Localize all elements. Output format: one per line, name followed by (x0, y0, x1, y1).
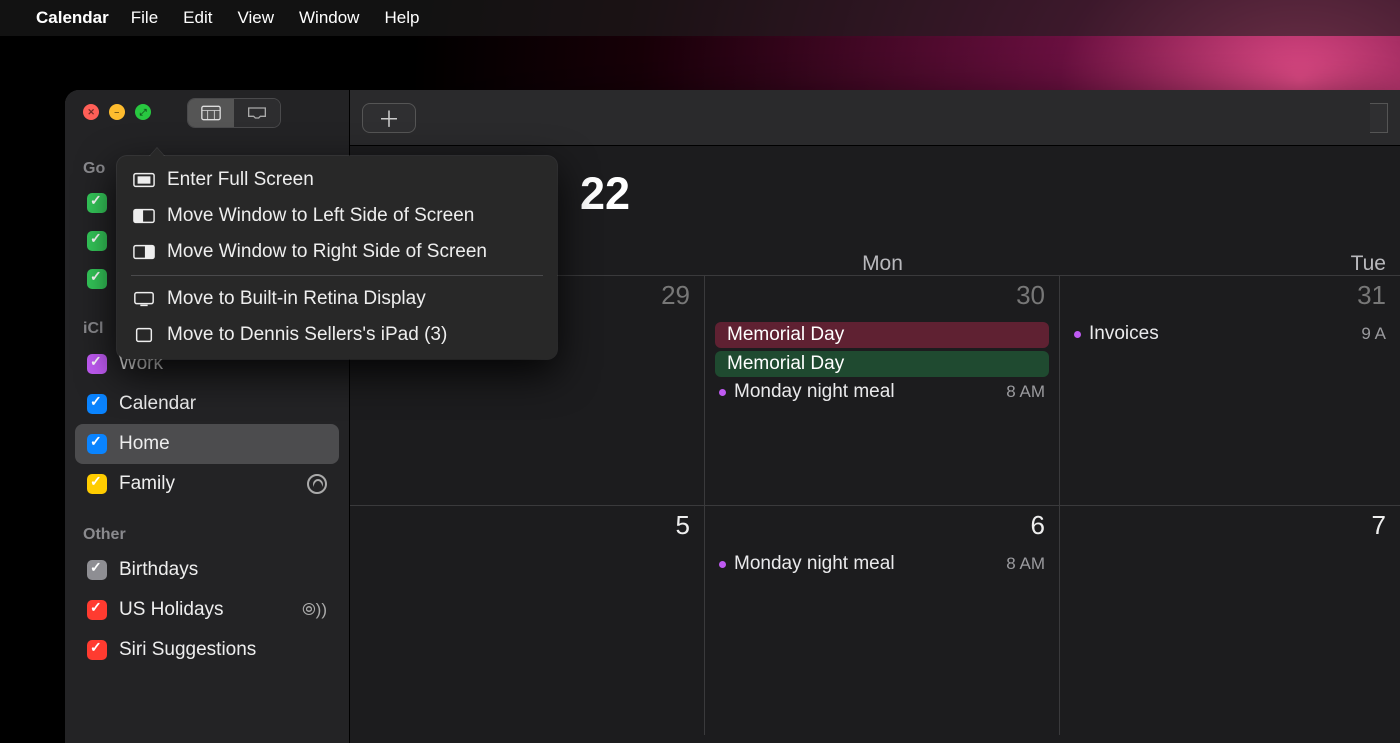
event-title: Invoices (1089, 323, 1159, 345)
day-cell[interactable]: 31 Invoices 9 A (1060, 276, 1400, 505)
checkbox-icon (87, 354, 107, 374)
calendar-list-toggle[interactable] (188, 99, 234, 127)
menu-item-label: Enter Full Screen (167, 169, 314, 191)
calendar-name: Calendar (119, 393, 196, 415)
day-number: 30 (1016, 280, 1045, 311)
event-title: Monday night meal (734, 381, 895, 403)
allday-event[interactable]: Memorial Day (715, 351, 1049, 377)
calendar-toolbar: ＋ (350, 90, 1400, 146)
checkbox-icon (87, 394, 107, 414)
event-dot-icon (1074, 331, 1081, 338)
window-close-button[interactable]: ✕ (83, 104, 99, 120)
menu-enter-full-screen[interactable]: Enter Full Screen (117, 162, 557, 198)
checkbox-icon (87, 231, 107, 251)
timed-event[interactable]: Invoices 9 A (1070, 322, 1390, 346)
timed-event[interactable]: Monday night meal 8 AM (715, 380, 1049, 404)
checkbox-icon (87, 640, 107, 660)
toolbar-right-control[interactable] (1370, 103, 1388, 133)
event-time: 8 AM (1006, 382, 1045, 402)
timed-event[interactable]: Monday night meal 8 AM (715, 552, 1049, 576)
menu-view[interactable]: View (237, 8, 274, 28)
display-icon (133, 291, 155, 307)
event-dot-icon (719, 561, 726, 568)
calendar-birthdays[interactable]: Birthdays (75, 550, 339, 590)
calendar-name: Siri Suggestions (119, 639, 256, 661)
checkbox-icon (87, 193, 107, 213)
menu-move-to-display[interactable]: Move to Built-in Retina Display (117, 281, 557, 317)
macos-menubar: Calendar File Edit View Window Help (0, 0, 1400, 36)
event-time: 9 A (1361, 324, 1386, 344)
event-time: 8 AM (1006, 554, 1045, 574)
calendar-name: Family (119, 473, 175, 495)
day-cell[interactable]: 6 Monday night meal 8 AM (705, 506, 1060, 735)
checkbox-icon (87, 474, 107, 494)
add-event-button[interactable]: ＋ (362, 103, 416, 133)
calendar-calendar[interactable]: Calendar (75, 384, 339, 424)
menu-item-label: Move to Dennis Sellers's iPad (3) (167, 324, 447, 346)
menu-edit[interactable]: Edit (183, 8, 212, 28)
window-minimize-button[interactable]: – (109, 104, 125, 120)
checkbox-icon (87, 269, 107, 289)
calendar-name: US Holidays (119, 599, 224, 621)
day-cell[interactable]: 30 Memorial Day Memorial Day Monday nigh… (705, 276, 1060, 505)
menu-help[interactable]: Help (384, 8, 419, 28)
day-number: 6 (1031, 510, 1045, 541)
calendar-week-row: 5 6 Monday night meal 8 AM 7 (350, 505, 1400, 735)
ipad-icon (133, 327, 155, 343)
tile-left-icon (133, 208, 155, 224)
plus-icon: ＋ (378, 102, 400, 134)
menu-window[interactable]: Window (299, 8, 359, 28)
calendar-family[interactable]: Family (75, 464, 339, 504)
event-dot-icon (719, 389, 726, 396)
menu-tile-left[interactable]: Move Window to Left Side of Screen (117, 198, 557, 234)
menu-item-label: Move Window to Left Side of Screen (167, 205, 474, 227)
checkbox-icon (87, 560, 107, 580)
day-cell[interactable]: 7 (1060, 506, 1400, 735)
day-number: 7 (1372, 510, 1386, 541)
shared-person-icon (307, 474, 327, 494)
menu-file[interactable]: File (131, 8, 158, 28)
menu-item-label: Move to Built-in Retina Display (167, 288, 426, 310)
checkbox-icon (87, 600, 107, 620)
broadcast-icon: ⦾)) (302, 600, 327, 620)
allday-event[interactable]: Memorial Day (715, 322, 1049, 348)
calendar-siri-suggestions[interactable]: Siri Suggestions (75, 630, 339, 670)
calendar-us-holidays[interactable]: US Holidays ⦾)) (75, 590, 339, 630)
calendar-group-label: Other (83, 526, 331, 544)
calendar-name: Birthdays (119, 559, 198, 581)
fullscreen-icon (133, 172, 155, 188)
event-title: Monday night meal (734, 553, 895, 575)
day-cell[interactable]: 5 (350, 506, 705, 735)
window-zoom-menu: Enter Full Screen Move Window to Left Si… (117, 156, 557, 359)
menu-item-label: Move Window to Right Side of Screen (167, 241, 487, 263)
day-number: 5 (676, 510, 690, 541)
checkbox-icon (87, 434, 107, 454)
window-traffic-lights: ✕ – ⤢ (83, 104, 151, 120)
menu-tile-right[interactable]: Move Window to Right Side of Screen (117, 234, 557, 270)
day-number: 29 (661, 280, 690, 311)
sidebar-view-toggle (187, 98, 281, 128)
menu-separator (131, 275, 543, 276)
inbox-toggle[interactable] (234, 99, 280, 127)
calendar-grid-icon (201, 105, 221, 121)
tray-icon (247, 105, 267, 121)
app-menu[interactable]: Calendar (36, 8, 109, 28)
window-zoom-button[interactable]: ⤢ (135, 104, 151, 120)
calendar-name: Home (119, 433, 170, 455)
menu-move-to-ipad[interactable]: Move to Dennis Sellers's iPad (3) (117, 317, 557, 353)
tile-right-icon (133, 244, 155, 260)
day-number: 31 (1357, 280, 1386, 311)
calendar-home[interactable]: Home (75, 424, 339, 464)
